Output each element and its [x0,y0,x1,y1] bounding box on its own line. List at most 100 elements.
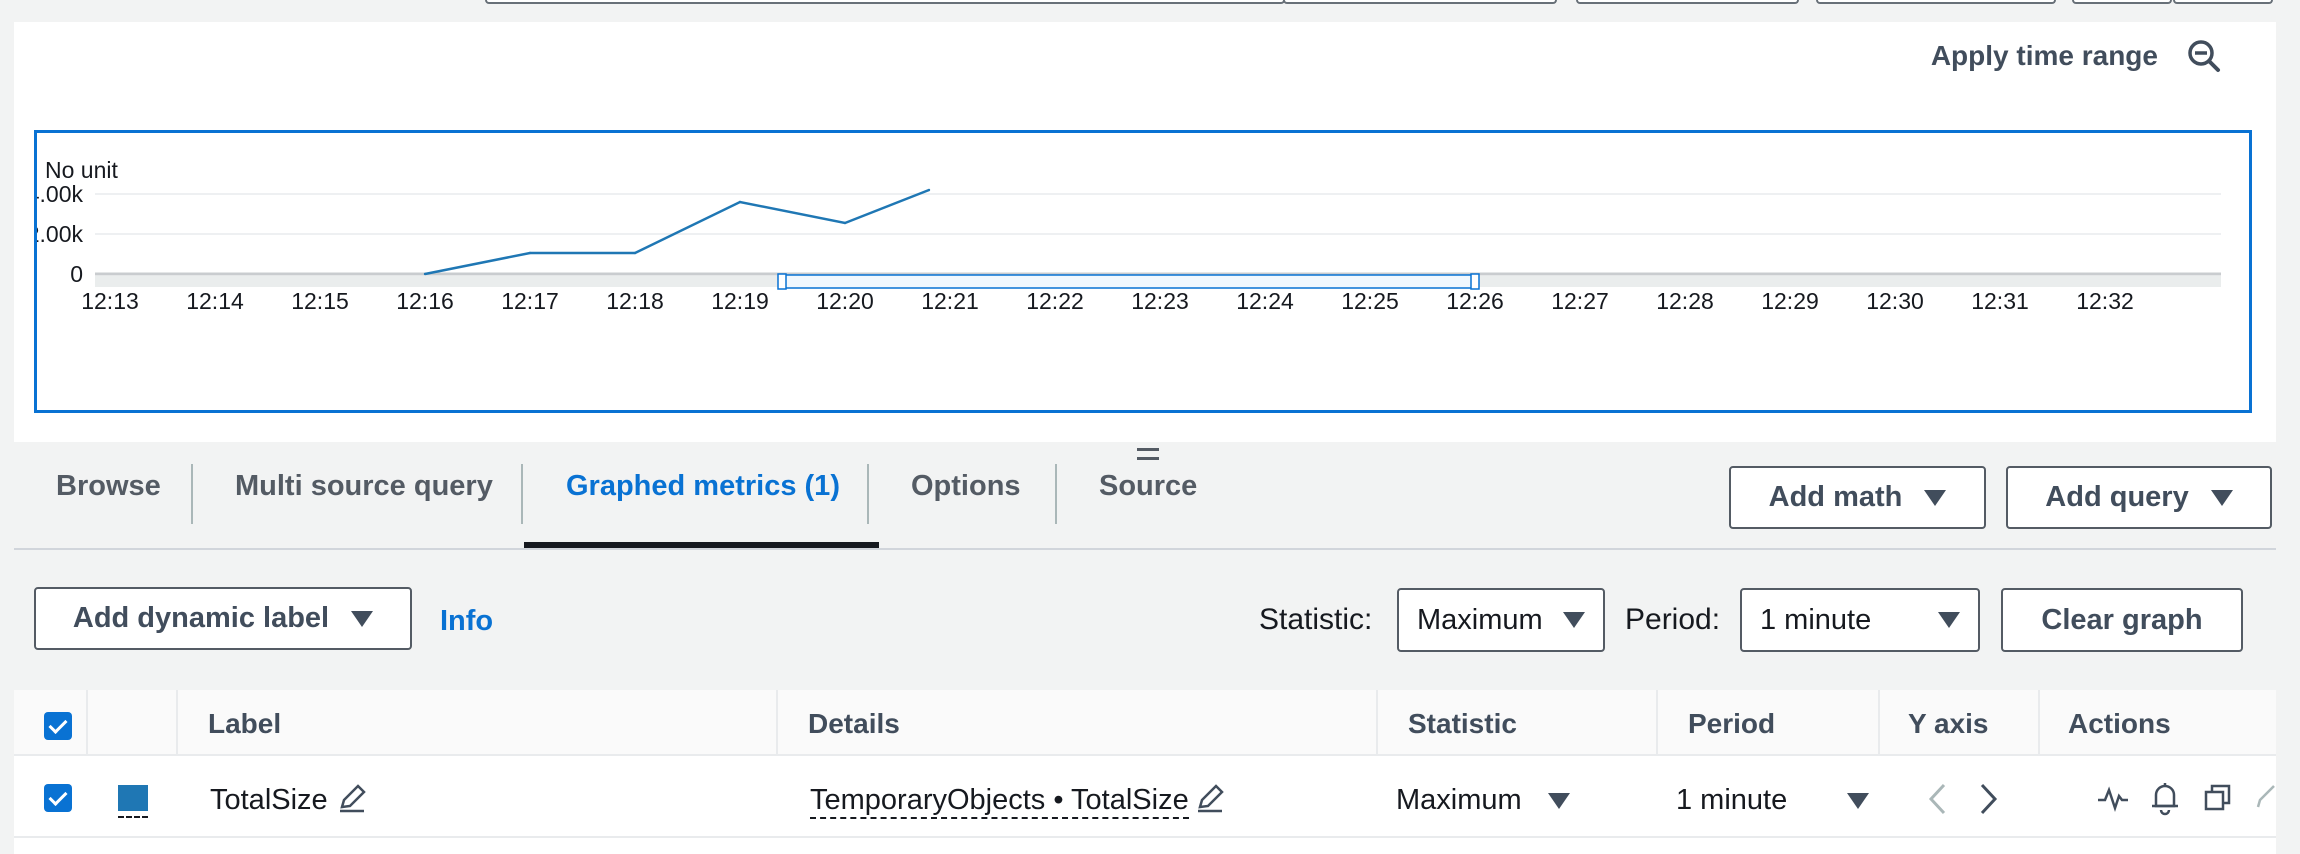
y-tick-label: 0 [70,261,83,287]
column-header-period: Period [1688,708,1776,739]
caret-down-icon [2210,489,2233,506]
x-tick-label: 12:14 [186,288,244,314]
column-divider [86,690,88,756]
add-math-label: Add math [1768,481,1903,513]
series-point [927,188,931,192]
brush-handle-right [1470,273,1480,290]
x-tick-label: 12:28 [1656,288,1714,314]
chart-canvas: No unit 4.00k 2.00k 0 12:13 12:14 12:15 12:16… [37,157,2221,314]
add-dynamic-label-button[interactable]: Add dynamic label [34,587,412,650]
series-point [423,272,427,276]
tab-bar-baseline [14,548,2276,550]
metric-details[interactable]: TemporaryObjects • TotalSize [810,784,1189,819]
graphed-metrics-table: Label Details Statistic Period Y axis Ac… [14,690,2276,854]
top-toolbar-edge [1283,0,1557,4]
x-tick-label: 12:15 [291,288,349,314]
chevron-right-icon[interactable] [1976,782,2000,816]
tab-source[interactable]: Source [1099,470,1197,503]
alarm-bell-icon[interactable] [2148,780,2182,816]
chevron-left-icon[interactable] [1926,782,1950,816]
caret-down-icon [1924,489,1947,506]
tab-divider [521,464,523,524]
add-math-button[interactable]: Add math [1729,466,1986,529]
column-divider [1376,690,1378,756]
statistic-label: Statistic: [1259,603,1373,636]
row-statistic-value: Maximum [1396,784,1522,816]
x-tick-label: 12:30 [1866,288,1924,314]
tab-browse[interactable]: Browse [56,470,161,503]
statistic-select[interactable]: Maximum [1397,588,1605,652]
time-range-brush [781,274,1476,289]
edit-icon-partial[interactable] [2252,782,2276,814]
x-tick-label: 12:17 [501,288,559,314]
column-divider [1656,690,1658,756]
clear-graph-label: Clear graph [2041,603,2203,636]
y-axis-unit-label: No unit [45,157,118,183]
top-toolbar-edge [2173,0,2273,4]
tab-options[interactable]: Options [911,470,1021,503]
apply-time-range-button[interactable]: Apply time range [1931,40,2158,72]
tab-graphed-metrics[interactable]: Graphed metrics (1) [566,470,840,503]
caret-down-icon [1847,792,1870,809]
x-tick-label: 12:20 [816,288,874,314]
y-tick-label: 4.00k [37,181,83,207]
series-color-swatch[interactable] [118,785,148,811]
x-tick-label: 12:23 [1131,288,1189,314]
series-point [528,251,532,255]
source-equals-icon [1137,448,1159,460]
x-tick-label: 12:32 [2076,288,2134,314]
x-tick-label: 12:22 [1026,288,1084,314]
metric-chart[interactable]: No unit 4.00k 2.00k 0 12:13 12:14 12:15 12:16… [34,130,2252,413]
row-period-select[interactable]: 1 minute [1676,784,1870,817]
tab-multi-source-query[interactable]: Multi source query [235,470,493,503]
zoom-out-icon[interactable] [2184,36,2224,76]
caret-down-icon [1938,612,1960,628]
x-tick-label: 12:16 [396,288,454,314]
brush-handle-left [777,273,787,290]
series-line-style [118,816,148,818]
series-line [424,188,930,276]
top-toolbar-edge [1816,0,2056,4]
series-point [738,200,742,204]
column-header-y-axis: Y axis [1908,708,1989,739]
period-select-value: 1 minute [1760,603,1872,636]
row-statistic-select[interactable]: Maximum [1396,784,1570,817]
row-select-checkbox[interactable] [44,784,72,812]
add-query-button[interactable]: Add query [2006,466,2272,529]
clear-graph-button[interactable]: Clear graph [2001,588,2243,652]
add-dynamic-label-text: Add dynamic label [72,602,330,634]
top-toolbar-edge [1576,0,1799,4]
caret-down-icon [1563,612,1585,628]
column-header-details: Details [808,708,900,739]
column-divider [2038,690,2040,756]
top-toolbar-edge [485,0,1285,4]
graph-panel: Apply time range No unit 4.00k 2.00k 0 12:… [14,22,2276,442]
tab-divider [867,464,869,524]
series-point [843,221,847,225]
x-tick-label: 12:21 [921,288,979,314]
caret-down-icon [351,610,374,627]
column-header-actions: Actions [2068,708,2171,739]
period-label: Period: [1625,603,1721,636]
row-period-value: 1 minute [1676,784,1788,816]
column-divider [1878,690,1880,756]
column-header-statistic: Statistic [1408,708,1517,739]
tab-divider [191,464,193,524]
period-select[interactable]: 1 minute [1740,588,1980,652]
x-tick-label: 12:13 [81,288,139,314]
series-point [633,251,637,255]
column-divider [176,690,178,756]
x-tick-label: 12:18 [606,288,664,314]
x-tick-label: 12:31 [1971,288,2029,314]
sparkline-icon[interactable] [2096,784,2130,814]
edit-label-icon[interactable] [336,782,368,814]
table-row: TotalSize TemporaryObjects • TotalSize M… [14,758,2276,838]
x-tick-label: 12:19 [711,288,769,314]
x-tick-label: 12:29 [1761,288,1819,314]
column-header-label: Label [208,708,282,739]
select-all-checkbox[interactable] [44,712,72,740]
duplicate-icon[interactable] [2202,782,2234,814]
edit-details-icon[interactable] [1194,782,1226,814]
metric-label: TotalSize [210,784,328,816]
info-link[interactable]: Info [440,605,493,638]
